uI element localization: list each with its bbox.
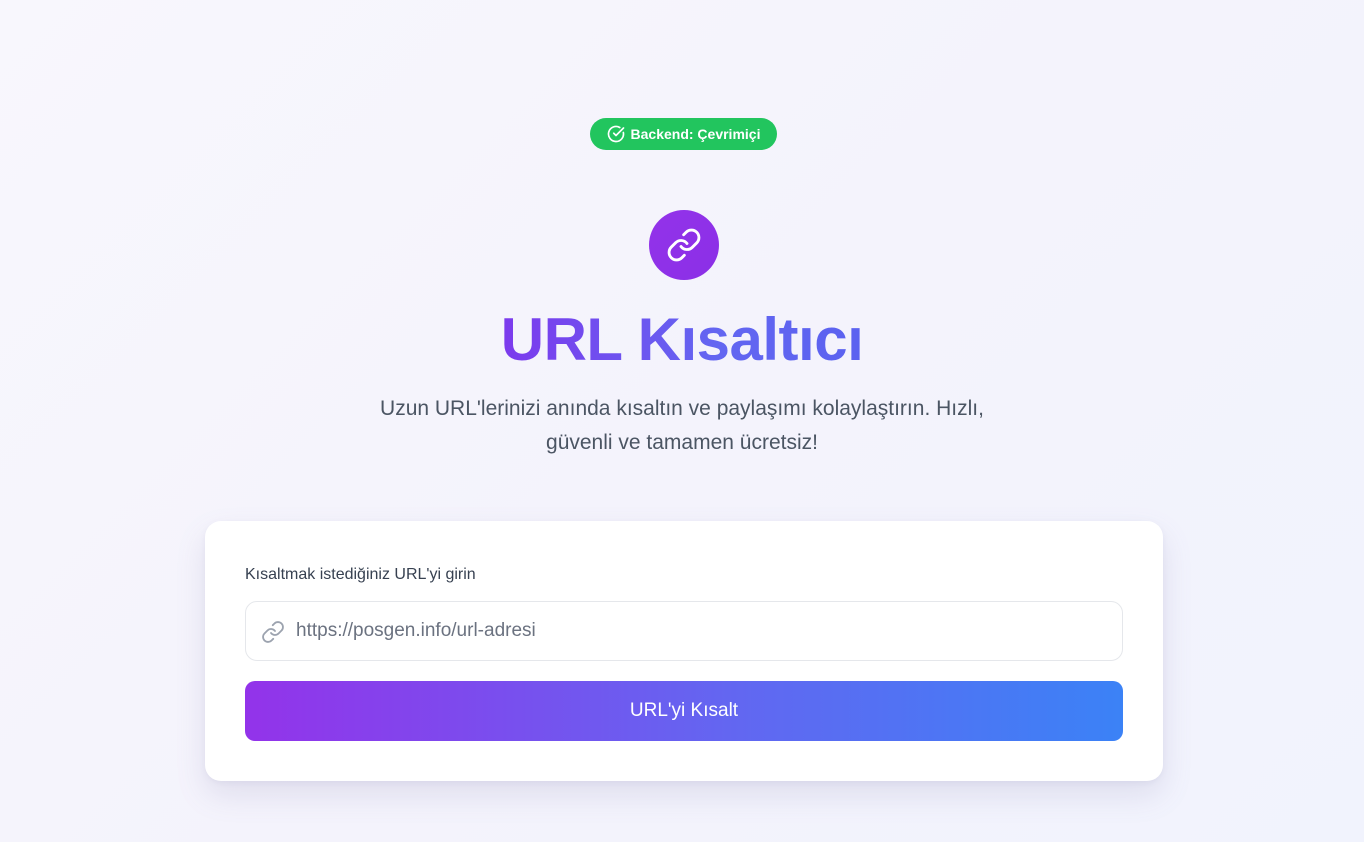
shorten-form-card: Kısaltmak istediğiniz URL'yi girin URL'y… [205, 521, 1163, 781]
status-label: Backend: Çevrimiçi [630, 126, 761, 142]
link-icon [262, 621, 284, 643]
page-title: URL Kısaltıcı [0, 302, 1364, 378]
page-title-text: URL Kısaltıcı [500, 306, 864, 373]
url-field-label: Kısaltmak istediğiniz URL'yi girin [245, 566, 476, 583]
subtitle-line-2: güvenli ve tamamen ücretsiz! [546, 431, 818, 454]
logo [649, 210, 719, 280]
url-input-wrapper [245, 601, 1123, 661]
link-icon [667, 228, 701, 262]
status-badge: Backend: Çevrimiçi [590, 118, 777, 150]
subtitle-line-1: Uzun URL'lerinizi anında kısaltın ve pay… [380, 397, 984, 420]
check-circle-icon [607, 125, 624, 143]
url-input[interactable] [296, 602, 1106, 660]
subtitle: Uzun URL'lerinizi anında kısaltın ve pay… [332, 392, 1032, 460]
shorten-url-button[interactable]: URL'yi Kısalt [245, 681, 1123, 741]
page: Backend: Çevrimiçi URL Kısaltıcı Uzun UR… [0, 0, 1364, 842]
